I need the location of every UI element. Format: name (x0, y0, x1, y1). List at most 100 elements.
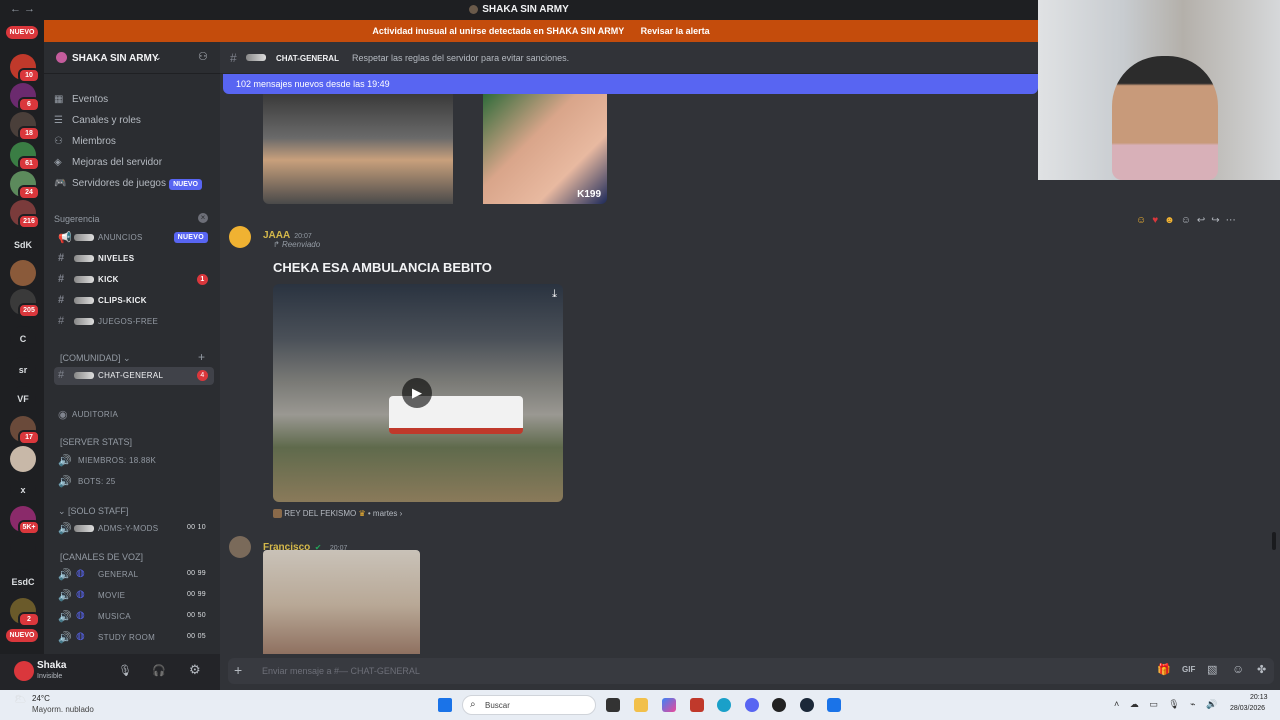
gif-icon[interactable]: GIF (1182, 665, 1195, 674)
server-icon[interactable]: 61 (10, 142, 40, 171)
file-explorer-icon[interactable] (634, 698, 648, 712)
text-channel-icon: # (58, 369, 65, 381)
channel-clips-kick[interactable]: # CLIPS-KICK (54, 292, 214, 310)
server-icon[interactable]: sr (10, 357, 36, 383)
emoji-icon[interactable]: ☺ (1232, 662, 1244, 676)
sidebar-item-game-servers[interactable]: 🎮 Servidores de juegos NUEVO (54, 178, 214, 190)
server-icon[interactable]: SdK (10, 232, 36, 258)
channel-anuncios[interactable]: 📢 ANUNCIOS NUEVO (54, 229, 214, 247)
play-button-icon[interactable]: ▶ (402, 378, 432, 408)
channel-auditoria[interactable]: ◉ Auditoria (54, 406, 214, 424)
server-icon[interactable]: 5K+ (10, 506, 40, 535)
voice-channel-movie[interactable]: 🔊 ◍ MOVIE 00 99 (54, 587, 214, 605)
clock-time[interactable]: 20:13 (1250, 694, 1268, 701)
mention-badge: 205 (18, 303, 40, 318)
sidebar-item-boost[interactable]: ◈ Mejoras del servidor (54, 157, 214, 168)
channel-adms-y-mods[interactable]: 🔊 ADMS-Y-MODS 00 10 (54, 520, 214, 538)
avatar[interactable] (14, 661, 34, 681)
sidebar-item-members[interactable]: ⚇ Miembros (54, 136, 214, 147)
server-icon[interactable]: 2 (10, 598, 40, 627)
office-icon[interactable] (690, 698, 704, 712)
category-server-stats[interactable]: [SERVER STATS] (60, 437, 132, 447)
channel-emoji-icon: ◍ (76, 631, 86, 642)
server-icon[interactable] (10, 260, 36, 286)
server-header[interactable]: SHAKA SIN ARMY ⌄ ⚇ (44, 42, 220, 74)
server-icon[interactable]: 205 (10, 289, 40, 318)
discord-icon[interactable] (745, 698, 759, 712)
voice-channel-study-room[interactable]: 🔊 ◍ STUDY ROOM 00 05 (54, 629, 214, 647)
obs-icon[interactable] (772, 698, 786, 712)
channel-decoration-icon (246, 54, 266, 61)
microphone-icon[interactable]: 🎙 (118, 664, 132, 677)
settings-gear-icon[interactable]: ⚙ (189, 662, 201, 678)
add-attachment-icon[interactable]: + (234, 662, 242, 678)
message-input[interactable]: + Enviar mensaje a #— CHAT-GENERAL 🎁 GIF… (228, 658, 1274, 684)
dismiss-suggestion-icon[interactable]: × (198, 213, 208, 223)
server-icon[interactable]: 216 (10, 200, 40, 229)
add-channel-icon[interactable]: + (198, 350, 205, 364)
headphones-icon[interactable]: 🎧 (152, 664, 166, 677)
stats-channel[interactable]: 🔊 Bots: 25 (54, 473, 214, 491)
server-icon[interactable]: VF (10, 386, 36, 412)
avatar[interactable] (229, 226, 251, 248)
channel-kick[interactable]: # KICK 1 (54, 271, 214, 289)
stats-channel[interactable]: 🔊 Miembros: 18.88k (54, 452, 214, 470)
system-tray-icons[interactable]: ˄ ☁ ▭ 🎙 ⌁ 🔊 (1114, 699, 1221, 710)
channel-topic[interactable]: Respetar las reglas del servidor para ev… (352, 53, 569, 63)
new-badge[interactable]: NUEVO (6, 26, 38, 39)
voice-user-count: 00 99 (186, 570, 206, 577)
steam-icon[interactable] (800, 698, 814, 712)
voice-channel-icon: 🔊 (58, 590, 72, 602)
weather-desc[interactable]: Mayorm. nublado (32, 705, 94, 714)
start-button-icon[interactable] (438, 698, 452, 712)
voice-channel-general[interactable]: 🔊 ◍ GENERAL 00 99 (54, 566, 214, 584)
channel-chat-general[interactable]: # CHAT-GENERAL 4 (54, 367, 214, 385)
server-icon[interactable]: C (10, 326, 36, 352)
task-view-icon[interactable] (606, 698, 620, 712)
server-icon[interactable]: x (10, 477, 36, 503)
category-canales-de-voz[interactable]: [CANALES DE VOZ] (60, 552, 143, 562)
apps-icon[interactable]: ✤ (1257, 663, 1266, 676)
copilot-icon[interactable] (662, 698, 676, 712)
edge-icon[interactable] (717, 698, 731, 712)
prev-image-left[interactable] (263, 94, 453, 204)
download-icon[interactable]: ⤓ (552, 288, 557, 301)
search-icon: ⌕ (470, 699, 476, 710)
sidebar-item-calendar[interactable]: ▦ Eventos (54, 94, 214, 105)
windows-taskbar: 🌥 24°C Mayorm. nublado ⌕ Buscar ˄ ☁ ▭ 🎙 … (0, 690, 1280, 720)
server-icon[interactable]: 17 (10, 416, 40, 445)
avatar[interactable] (229, 536, 251, 558)
category-solo-staff[interactable]: ⌄ [SOLO STAFF] (58, 506, 128, 517)
server-icon[interactable]: 18 (10, 112, 40, 141)
scrollbar-thumb[interactable] (1272, 532, 1276, 550)
voice-channel-musica[interactable]: 🔊 ◍ MUSICA 00 50 (54, 608, 214, 626)
new-messages-bar[interactable]: 102 mensajes nuevos desde las 19:49 (223, 74, 1038, 94)
category-comunidad[interactable]: [COMUNIDAD] ⌄ (60, 353, 131, 364)
sidebar-item-browse-channels[interactable]: ☰ Canales y roles (54, 115, 214, 126)
channel-juegos-free[interactable]: # JUEGOS-FREE (54, 313, 214, 331)
server-icon[interactable]: 6 (10, 83, 40, 112)
video-attachment[interactable]: ⤓ ▶ (273, 284, 563, 502)
server-icon[interactable]: 10 (10, 54, 40, 83)
forward-source-line[interactable]: REY DEL FEKISMO ♛ • martes › (273, 509, 402, 519)
clock-date[interactable]: 28/03/2026 (1230, 705, 1265, 712)
server-icon[interactable]: EsdC (10, 569, 36, 595)
prev-image-right[interactable]: K199 (483, 94, 607, 204)
new-badge[interactable]: NUEVO (6, 629, 38, 642)
server-icon[interactable] (10, 536, 36, 562)
image-attachment[interactable] (263, 550, 420, 654)
gift-icon[interactable]: 🎁 (1157, 663, 1171, 676)
channel-label: Miembros: 18.88k (78, 456, 157, 465)
image-watermark: K199 (577, 189, 601, 200)
server-icon[interactable] (10, 446, 36, 472)
server-list: NUEVO 10 6 18 61 24 216 SdK 205 Csr VF 17 x 5K+ EsdC 2 N… (0, 20, 44, 690)
server-icon[interactable]: 24 (10, 171, 40, 200)
channel-niveles[interactable]: # NIVELES (54, 250, 214, 268)
weather-temp[interactable]: 24°C (32, 694, 50, 703)
taskbar-search[interactable]: ⌕ Buscar (462, 695, 596, 715)
notepad-icon[interactable] (827, 698, 841, 712)
sticker-icon[interactable]: ▧ (1207, 663, 1217, 676)
review-alert-link[interactable]: Revisar la alerta (641, 26, 710, 36)
sidebar-item-label: Servidores de juegos (72, 178, 166, 189)
add-member-icon[interactable]: ⚇ (198, 50, 208, 63)
